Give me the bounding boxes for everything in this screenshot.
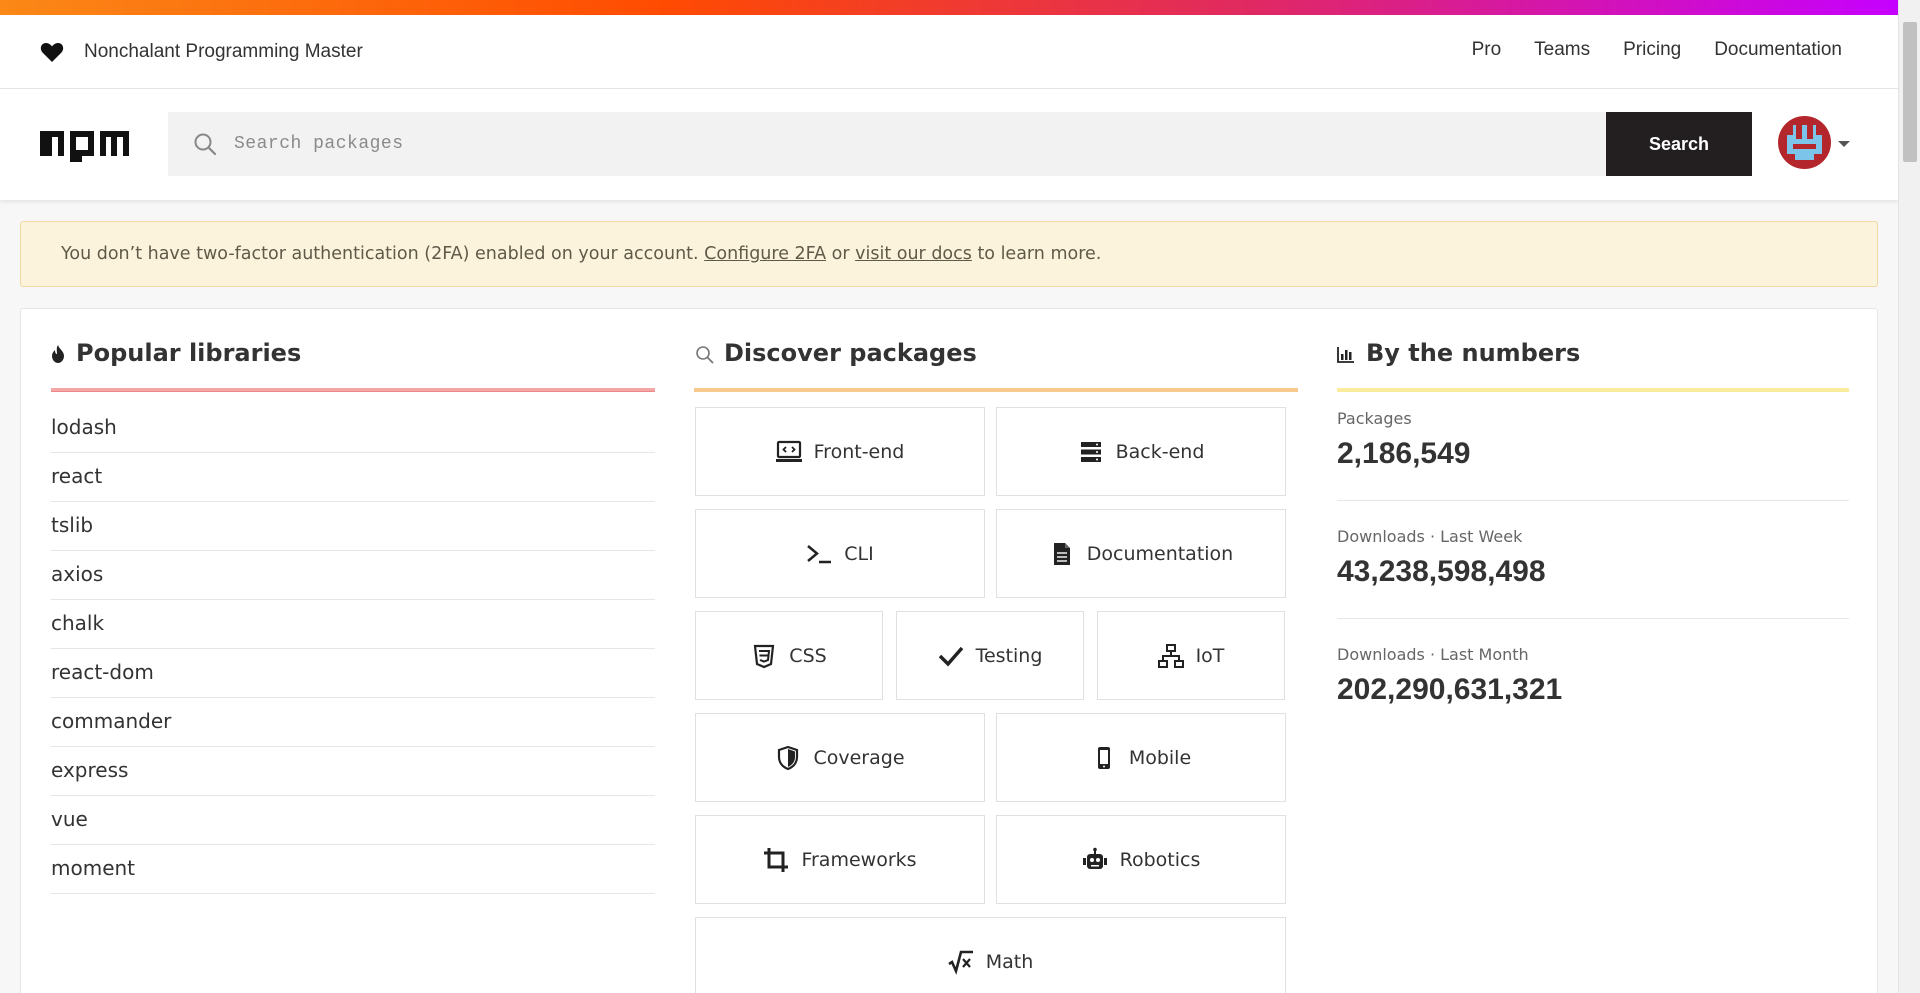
search-button[interactable]: Search bbox=[1606, 112, 1752, 176]
monitor-code-icon bbox=[775, 440, 802, 462]
square-root-icon bbox=[948, 950, 973, 975]
tile-label: CSS bbox=[789, 644, 827, 667]
tile-frameworks[interactable]: Frameworks bbox=[695, 815, 985, 904]
mobile-icon bbox=[1097, 746, 1110, 769]
tile-cli[interactable]: CLI bbox=[695, 509, 985, 598]
list-item[interactable]: commander bbox=[51, 698, 655, 747]
tagline[interactable]: Nonchalant Programming Master bbox=[84, 41, 363, 63]
list-item[interactable]: lodash bbox=[51, 404, 655, 453]
tile-mobile[interactable]: Mobile bbox=[996, 713, 1286, 802]
banner-text-start: You don’t have two-factor authentication… bbox=[61, 244, 705, 264]
terminal-icon bbox=[807, 544, 832, 563]
nav-links: Pro Teams Pricing Documentation bbox=[1472, 39, 1842, 61]
discover-rule bbox=[694, 388, 1298, 392]
crop-icon bbox=[764, 847, 789, 872]
bar-chart-icon bbox=[1337, 347, 1354, 363]
home-panel: Popular libraries lodash react tslib axi… bbox=[20, 308, 1878, 993]
tile-label: Documentation bbox=[1086, 542, 1234, 565]
stat-label: Downloads · Last Week bbox=[1337, 527, 1523, 546]
fire-icon bbox=[52, 345, 64, 363]
tile-iot[interactable]: IoT bbox=[1097, 611, 1285, 700]
brand-gradient-bar bbox=[0, 0, 1898, 15]
stat-label: Downloads · Last Month bbox=[1337, 645, 1529, 664]
avatar[interactable] bbox=[1778, 116, 1831, 169]
chevron-down-icon[interactable] bbox=[1838, 141, 1850, 147]
network-icon bbox=[1157, 643, 1184, 668]
search-field bbox=[168, 112, 1606, 176]
list-item[interactable]: vue bbox=[51, 796, 655, 845]
server-icon bbox=[1080, 441, 1101, 462]
banner-text-end: to learn more. bbox=[971, 244, 1102, 264]
nav-link-pro[interactable]: Pro bbox=[1472, 39, 1502, 61]
discover-packages-title: Discover packages bbox=[724, 339, 977, 367]
tile-label: CLI bbox=[844, 542, 874, 565]
heart-icon[interactable] bbox=[40, 41, 64, 63]
2fa-warning-banner: You don’t have two-factor authentication… bbox=[20, 221, 1878, 287]
scrollbar-thumb[interactable] bbox=[1903, 22, 1917, 162]
search-input[interactable] bbox=[234, 112, 1594, 176]
search-icon bbox=[194, 133, 217, 156]
document-icon bbox=[1053, 542, 1070, 565]
list-item[interactable]: react bbox=[51, 453, 655, 502]
tile-label: IoT bbox=[1195, 644, 1225, 667]
divider bbox=[1337, 500, 1849, 501]
tile-label: Mobile bbox=[1128, 746, 1192, 769]
visit-docs-link[interactable]: visit our docs bbox=[855, 244, 972, 264]
popular-libraries-list: lodash react tslib axios chalk react-dom… bbox=[51, 404, 655, 894]
list-item[interactable]: axios bbox=[51, 551, 655, 600]
popular-rule bbox=[51, 388, 655, 392]
list-item[interactable]: react-dom bbox=[51, 649, 655, 698]
tile-testing[interactable]: Testing bbox=[896, 611, 1084, 700]
css3-icon bbox=[754, 644, 775, 668]
shield-icon bbox=[778, 745, 799, 770]
stat-value: 202,290,631,321 bbox=[1337, 673, 1563, 706]
checkmark-icon bbox=[938, 646, 963, 667]
nav-link-pricing[interactable]: Pricing bbox=[1623, 39, 1681, 61]
numbers-rule bbox=[1337, 388, 1849, 392]
divider bbox=[1337, 618, 1849, 619]
tile-front-end[interactable]: Front-end bbox=[695, 407, 985, 496]
tile-documentation[interactable]: Documentation bbox=[996, 509, 1286, 598]
nav-link-teams[interactable]: Teams bbox=[1534, 39, 1590, 61]
list-item[interactable]: tslib bbox=[51, 502, 655, 551]
list-item[interactable]: express bbox=[51, 747, 655, 796]
page-scrollbar[interactable] bbox=[1898, 0, 1920, 993]
robot-icon bbox=[1082, 847, 1107, 869]
tile-label: Coverage bbox=[813, 746, 905, 769]
stat-label: Packages bbox=[1337, 409, 1412, 428]
search-icon bbox=[696, 346, 714, 364]
tile-robotics[interactable]: Robotics bbox=[996, 815, 1286, 904]
top-navigation: Nonchalant Programming Master Pro Teams … bbox=[0, 15, 1898, 89]
tile-label: Math bbox=[985, 950, 1034, 973]
list-item[interactable]: moment bbox=[51, 845, 655, 894]
tile-math[interactable]: Math bbox=[695, 917, 1286, 993]
tile-label: Back-end bbox=[1115, 440, 1205, 463]
tile-label: Front-end bbox=[813, 440, 905, 463]
tile-css[interactable]: CSS bbox=[695, 611, 883, 700]
npm-logo[interactable] bbox=[40, 128, 129, 162]
tile-coverage[interactable]: Coverage bbox=[695, 713, 985, 802]
banner-text-middle: or bbox=[826, 244, 856, 264]
search-header: Search bbox=[0, 89, 1898, 200]
tile-label: Frameworks bbox=[801, 848, 917, 871]
list-item[interactable]: chalk bbox=[51, 600, 655, 649]
configure-2fa-link[interactable]: Configure 2FA bbox=[704, 244, 826, 264]
stat-value: 2,186,549 bbox=[1337, 437, 1471, 470]
stat-value: 43,238,598,498 bbox=[1337, 555, 1546, 588]
tile-back-end[interactable]: Back-end bbox=[996, 407, 1286, 496]
nav-link-documentation[interactable]: Documentation bbox=[1714, 39, 1842, 61]
popular-libraries-title: Popular libraries bbox=[76, 339, 302, 367]
by-the-numbers-title: By the numbers bbox=[1366, 339, 1581, 367]
tile-label: Testing bbox=[975, 644, 1043, 667]
tile-label: Robotics bbox=[1119, 848, 1201, 871]
